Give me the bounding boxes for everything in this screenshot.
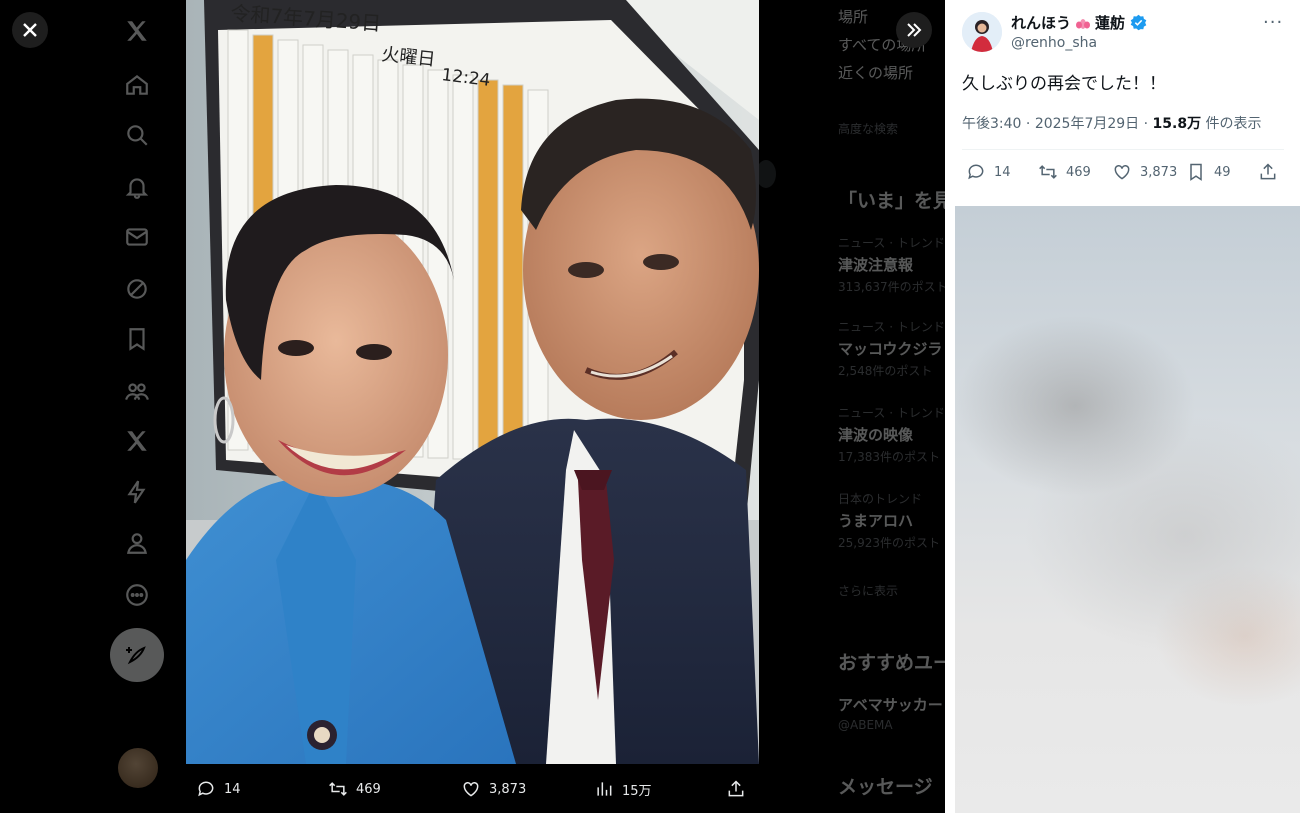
photo-views-count: 15万: [622, 783, 652, 799]
author-name[interactable]: れんほう 蓮舫: [1011, 12, 1147, 33]
lotus-emoji-icon: [1076, 18, 1091, 29]
board-name-column: [502, 84, 524, 462]
tweet-time[interactable]: 午後3:40: [962, 116, 1021, 132]
tweet-date[interactable]: 2025年7月29日: [1035, 116, 1139, 132]
like-count: 3,873: [1140, 164, 1178, 180]
photo-action-bar: 14 469 3,873 15万: [186, 764, 759, 813]
retweet-count: 469: [1066, 164, 1091, 180]
board-name-column: [452, 74, 474, 460]
author-handle[interactable]: @renho_sha: [1011, 35, 1097, 51]
replies-loading-area: [955, 206, 1300, 813]
tweet-photo[interactable]: 令和7年7月29日 火曜日 12:24: [186, 0, 759, 764]
views-count: 15.8万: [1152, 116, 1202, 132]
close-icon: [23, 23, 37, 37]
bookmark-button[interactable]: 49: [1186, 162, 1231, 182]
tweet-meta: 午後3:40 · 2025年7月29日 · 15.8万 件の表示: [962, 116, 1262, 132]
divider: [962, 149, 1284, 150]
photo-retweet-count: 469: [356, 781, 381, 797]
photo-reply-count: 14: [224, 781, 241, 797]
photo-reply-button[interactable]: 14: [196, 779, 241, 799]
photo-retweet-button[interactable]: 469: [328, 779, 381, 799]
share-icon: [1260, 163, 1276, 180]
heart-icon: [463, 781, 479, 797]
like-button[interactable]: 3,873: [1112, 162, 1177, 182]
more-options-button[interactable]: ···: [1263, 12, 1283, 33]
photo-like-count: 3,873: [489, 781, 527, 797]
display-name-suffix: 蓮舫: [1095, 14, 1126, 32]
analytics-icon: [597, 782, 612, 796]
reply-icon: [968, 164, 984, 180]
board-name-column: [477, 79, 499, 461]
tweet-text: 久しぶりの再会でした！！: [962, 74, 1166, 94]
toggle-panel-button[interactable]: [896, 12, 932, 48]
reply-icon: [198, 781, 214, 797]
verified-badge-icon: [1130, 14, 1147, 31]
photo-share-button[interactable]: [726, 779, 746, 799]
views-label: 件の表示: [1205, 116, 1262, 132]
close-button[interactable]: [12, 12, 48, 48]
tweet-action-bar: 14 469 3,873 49: [962, 162, 1284, 188]
heart-icon: [1114, 164, 1130, 180]
chevron-double-right-icon: [907, 23, 922, 37]
display-name: れんほう: [1011, 14, 1072, 32]
bookmark-count: 49: [1214, 164, 1231, 180]
retweet-icon: [329, 782, 347, 796]
share-button[interactable]: [1258, 162, 1278, 182]
photo-like-button[interactable]: 3,873: [461, 779, 526, 799]
reply-count: 14: [994, 164, 1011, 180]
share-icon: [728, 780, 744, 797]
author-avatar[interactable]: [962, 12, 1002, 52]
photo-views-button[interactable]: 15万: [594, 779, 652, 799]
reply-button[interactable]: 14: [966, 162, 1011, 182]
retweet-button[interactable]: 469: [1038, 162, 1091, 182]
bookmark-icon: [1190, 163, 1202, 181]
retweet-icon: [1039, 165, 1057, 179]
tweet-detail-panel: れんほう 蓮舫 @renho_sha ··· 久しぶりの再会でした！！ 午後3:…: [945, 0, 1300, 813]
